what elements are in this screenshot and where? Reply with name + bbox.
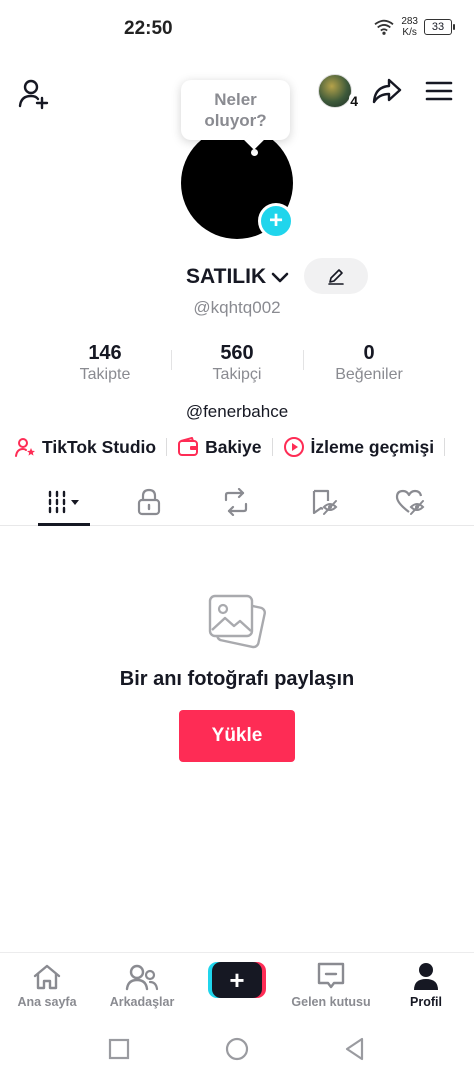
shortcut-tiktok-studio[interactable]: TikTok Studio bbox=[14, 436, 156, 458]
battery-level: 33 bbox=[431, 21, 445, 33]
shortcuts-row: TikTok Studio Bakiye İzleme geçmişi bbox=[14, 432, 455, 462]
add-story-plus-icon[interactable]: + bbox=[258, 203, 294, 239]
recent-apps-icon[interactable] bbox=[106, 1036, 132, 1062]
nav-inbox[interactable]: Gelen kutusu bbox=[286, 961, 376, 1009]
home-circle-icon[interactable] bbox=[224, 1036, 250, 1062]
profile-tabs bbox=[0, 476, 474, 526]
shortcut-divider bbox=[271, 438, 273, 456]
stat-likes[interactable]: 0 Beğeniler bbox=[324, 342, 414, 384]
stat-following[interactable]: 146 Takipte bbox=[60, 342, 150, 384]
chevron-down-icon[interactable] bbox=[270, 270, 290, 286]
story-count: 4 bbox=[349, 93, 359, 109]
edit-profile-button[interactable] bbox=[304, 258, 368, 294]
photo-icon bbox=[208, 594, 266, 649]
profile-icon bbox=[414, 963, 438, 990]
nav-profile-label: Profil bbox=[410, 995, 442, 1009]
net-speed: 283 K/s bbox=[401, 16, 418, 38]
tab-videos[interactable] bbox=[34, 482, 94, 522]
wallet-icon bbox=[178, 437, 199, 456]
shortcut-label: Bakiye bbox=[205, 436, 262, 457]
add-friend-icon[interactable] bbox=[16, 76, 52, 112]
tab-reposts[interactable] bbox=[206, 482, 266, 522]
hamburger-menu-icon bbox=[425, 81, 453, 101]
shortcut-watch-history[interactable]: İzleme geçmişi bbox=[283, 436, 435, 458]
story-avatar[interactable]: 4 bbox=[318, 74, 359, 109]
studio-icon bbox=[15, 438, 35, 457]
friends-icon bbox=[125, 964, 159, 991]
nav-home[interactable]: Ana sayfa bbox=[2, 961, 92, 1009]
net-speed-value: 283 bbox=[401, 16, 418, 27]
active-tab-indicator bbox=[38, 523, 90, 526]
plus-icon: + bbox=[212, 962, 262, 998]
share-icon bbox=[372, 78, 402, 104]
liked-hidden-icon bbox=[395, 489, 425, 515]
stat-followers-label: Takipçi bbox=[212, 366, 262, 383]
saved-icon bbox=[312, 489, 338, 515]
share-button[interactable] bbox=[370, 74, 404, 108]
battery-icon: 33 bbox=[424, 19, 455, 35]
status-right: 283 K/s 33 bbox=[373, 16, 455, 38]
lock-icon bbox=[137, 488, 161, 516]
shortcut-balance[interactable]: Bakiye bbox=[177, 436, 262, 458]
status-tooltip[interactable]: Neler oluyor? bbox=[181, 80, 290, 140]
wifi-icon bbox=[374, 19, 394, 35]
avatar-dot bbox=[251, 149, 258, 156]
top-right-actions: 4 bbox=[318, 74, 456, 109]
stat-followers-value: 560 bbox=[220, 342, 254, 364]
bottom-nav: Ana sayfa Arkadaşlar + Gelen kutusu Prof… bbox=[0, 952, 474, 1016]
stat-divider bbox=[171, 350, 172, 370]
status-time: 22:50 bbox=[124, 18, 173, 39]
stat-likes-value: 0 bbox=[363, 342, 375, 364]
stat-following-value: 146 bbox=[88, 342, 122, 364]
shortcut-divider bbox=[166, 438, 168, 456]
tab-private[interactable] bbox=[119, 482, 179, 522]
shortcut-label: TikTok Studio bbox=[42, 436, 157, 457]
back-triangle-icon[interactable] bbox=[342, 1036, 368, 1062]
pencil-icon bbox=[328, 269, 344, 285]
tab-liked[interactable] bbox=[380, 482, 440, 522]
menu-button[interactable] bbox=[422, 74, 456, 108]
system-nav-bar bbox=[0, 1028, 474, 1068]
name-row: SATILIK bbox=[0, 258, 474, 298]
shortcut-divider bbox=[444, 438, 446, 456]
repost-icon bbox=[224, 488, 248, 516]
nav-friends[interactable]: Arkadaşlar bbox=[97, 961, 187, 1009]
status-bar: 22:50 283 K/s 33 bbox=[0, 0, 474, 56]
tab-saved[interactable] bbox=[294, 482, 354, 522]
display-name[interactable]: SATILIK bbox=[186, 265, 266, 289]
play-history-icon bbox=[283, 437, 304, 457]
nav-friends-label: Arkadaşlar bbox=[109, 995, 175, 1009]
nav-inbox-label: Gelen kutusu bbox=[291, 995, 371, 1009]
stat-followers[interactable]: 560 Takipçi bbox=[192, 342, 282, 384]
username: @kqhtq002 bbox=[193, 298, 281, 317]
create-button[interactable]: + bbox=[208, 962, 266, 998]
bio[interactable]: @fenerbahce bbox=[0, 402, 474, 422]
nav-profile[interactable]: Profil bbox=[381, 961, 471, 1009]
grid-videos-icon bbox=[48, 490, 79, 514]
stat-likes-label: Beğeniler bbox=[335, 366, 403, 383]
inbox-icon bbox=[317, 962, 345, 989]
stat-divider bbox=[303, 350, 304, 370]
upload-button[interactable]: Yükle bbox=[179, 710, 295, 762]
nav-home-label: Ana sayfa bbox=[17, 995, 77, 1009]
shortcut-label: İzleme geçmişi bbox=[310, 436, 435, 457]
stat-following-label: Takipte bbox=[79, 366, 131, 383]
stats-row: 146 Takipte 560 Takipçi 0 Beğeniler bbox=[0, 342, 474, 390]
home-icon bbox=[33, 964, 61, 990]
empty-state-title: Bir anı fotoğrafı paylaşın bbox=[119, 668, 355, 690]
net-speed-unit: K/s bbox=[402, 27, 417, 38]
